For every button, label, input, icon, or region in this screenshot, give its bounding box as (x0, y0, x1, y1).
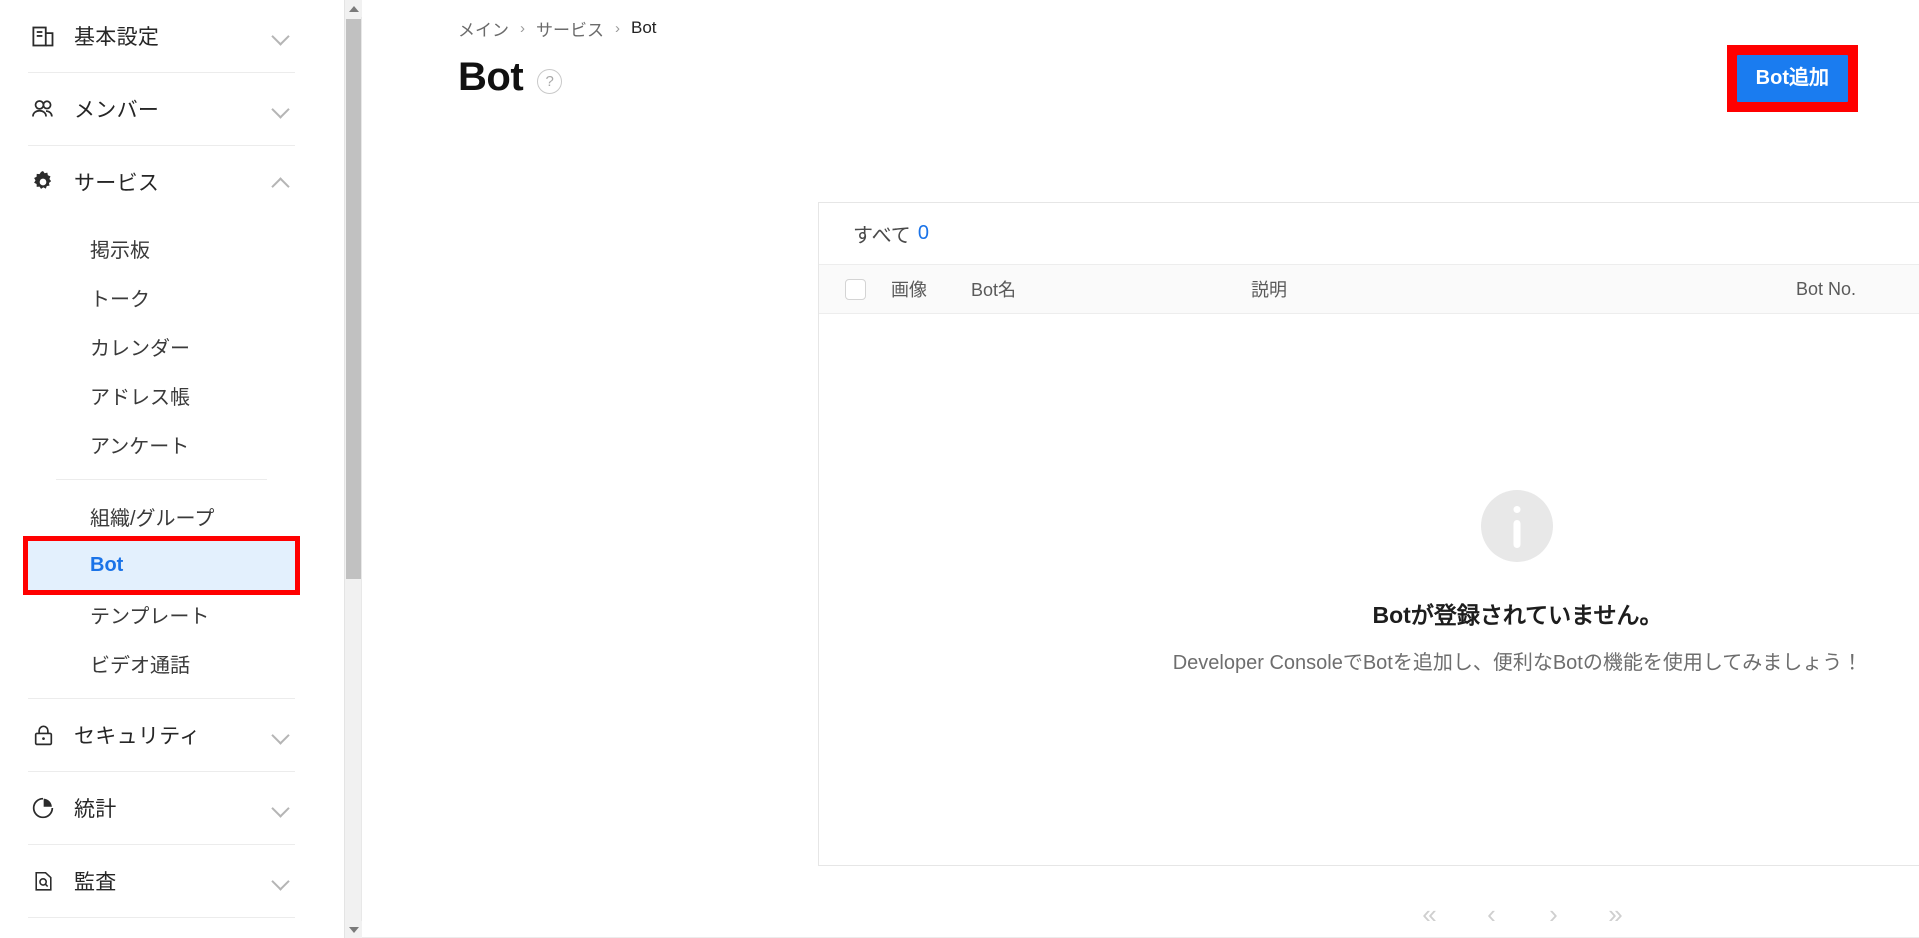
sidebar-group-audit: 監査 (0, 845, 323, 917)
sidebar-item-video-call[interactable]: ビデオ通話 (28, 639, 295, 688)
add-bot-button[interactable]: Bot追加 (1736, 54, 1848, 102)
breadcrumb-item-main[interactable]: メイン (458, 16, 509, 41)
sidebar-scroll-content: 基本設定 メンバー サービス 掲示板 トーク カレンダー アドレス帳 アンケート… (0, 0, 345, 938)
sidebar-item-label: サービス (74, 172, 160, 195)
breadcrumb-separator-icon: › (615, 19, 620, 37)
sidebar-item-security[interactable]: セキュリティ (28, 699, 295, 771)
chevron-down-icon[interactable] (271, 26, 291, 46)
add-bot-highlight-box: Bot追加 (1726, 44, 1859, 112)
page-title: Bot (458, 55, 524, 99)
sidebar-item-survey[interactable]: アンケート (28, 420, 295, 469)
pagination-prev-button[interactable]: ‹ (1472, 894, 1512, 934)
sidebar-divider (28, 917, 295, 918)
info-circle-icon (1481, 490, 1554, 562)
empty-state-subtitle: Developer ConsoleでBotを追加し、便利なBotの機能を使用して… (1172, 652, 1863, 674)
sidebar-group-statistics: 統計 (0, 772, 323, 844)
sidebar-item-talk[interactable]: トーク (28, 273, 295, 322)
sidebar-item-members[interactable]: メンバー (28, 73, 295, 145)
members-icon (28, 94, 58, 124)
sidebar-item-services[interactable]: サービス (28, 146, 295, 218)
sidebar-group-services: サービス 掲示板 トーク カレンダー アドレス帳 アンケート 組織/グループ B… (0, 146, 323, 698)
sidebar-subitem-label: テンプレート (90, 606, 210, 628)
sidebar-group-members: メンバー (0, 73, 323, 145)
sidebar-subitem-label: カレンダー (90, 338, 190, 360)
select-all-checkbox-cell (819, 278, 891, 300)
breadcrumb-item-bot: Bot (631, 18, 657, 37)
lock-icon (28, 720, 58, 750)
chevron-down-icon[interactable] (271, 725, 291, 745)
pagination-last-button[interactable]: » (1596, 894, 1636, 934)
sidebar-item-label: 基本設定 (74, 26, 160, 49)
gear-icon (28, 167, 58, 197)
sidebar-item-org-group[interactable]: 組織/グループ (28, 492, 295, 541)
table-header-row: 画像 Bot名 説明 Bot No. 使用権限 担当者 (819, 265, 1919, 314)
column-header-image[interactable]: 画像 (891, 276, 971, 302)
total-count-value: 0 (917, 222, 929, 244)
pie-chart-icon (28, 793, 58, 823)
total-count-label: すべて (853, 225, 911, 247)
chevron-down-icon[interactable] (271, 798, 291, 818)
column-header-bot-name[interactable]: Bot名 (971, 276, 1251, 302)
sidebar-item-statistics[interactable]: 統計 (28, 772, 295, 844)
chevron-up-icon[interactable] (271, 172, 291, 192)
sidebar-item-label: メンバー (74, 99, 160, 122)
sidebar-item-label: 監査 (74, 871, 117, 894)
breadcrumb-separator-icon: › (520, 19, 525, 37)
app-root: 基本設定 メンバー サービス 掲示板 トーク カレンダー アドレス帳 アンケート… (0, 0, 1919, 938)
sidebar-submenu-services: 掲示板 トーク カレンダー アドレス帳 アンケート 組織/グループ Bot テン… (23, 218, 300, 698)
column-header-description[interactable]: 説明 (1251, 276, 1796, 302)
sidebar-scrollbar[interactable] (344, 0, 362, 938)
sidebar-subitem-label: ビデオ通話 (90, 655, 190, 677)
scroll-down-arrow-icon[interactable] (345, 921, 362, 938)
scroll-up-arrow-icon[interactable] (345, 0, 362, 17)
sidebar-item-board[interactable]: 掲示板 (28, 224, 295, 273)
sidebar-subitem-label: アンケート (90, 436, 190, 458)
sidebar-group-security: セキュリティ (0, 699, 323, 771)
chevron-down-icon[interactable] (271, 871, 291, 891)
select-all-checkbox[interactable] (844, 278, 866, 300)
sidebar-subitem-label: アドレス帳 (90, 387, 190, 409)
audit-doc-search-icon (28, 866, 58, 896)
pagination-next-button[interactable]: › (1534, 894, 1574, 934)
column-header-bot-no[interactable]: Bot No. (1796, 279, 1919, 300)
table-body: Botが登録されていません。 Developer ConsoleでBotを追加し… (819, 314, 1919, 865)
sidebar-item-label: 統計 (74, 798, 117, 821)
building-icon (28, 21, 58, 51)
sidebar-item-template[interactable]: テンプレート (28, 590, 295, 639)
empty-state-title: Botが登録されていません。 (1372, 602, 1663, 628)
sidebar-subitem-label: 組織/グループ (90, 508, 215, 530)
sidebar-item-basic-settings[interactable]: 基本設定 (28, 0, 295, 72)
list-toolbar: すべて 0 (819, 203, 1919, 265)
main-content: メイン › サービス › Bot Bot ? Bot追加 すべて 0 画像 Bo… (362, 0, 1919, 938)
sidebar-subitem-label: 掲示板 (90, 240, 150, 262)
breadcrumb-item-services[interactable]: サービス (536, 16, 604, 41)
bot-list-card: すべて 0 画像 Bot名 説明 Bot No. Botが登録されていません。 … (818, 202, 1919, 866)
pagination-first-button[interactable]: « (1410, 894, 1450, 934)
help-circle-icon[interactable]: ? (537, 68, 563, 94)
sidebar-item-audit[interactable]: 監査 (28, 845, 295, 917)
empty-state: Botが登録されていません。 Developer ConsoleでBotを追加し… (1172, 490, 1863, 675)
sidebar-group-basic-settings: 基本設定 (0, 0, 323, 72)
sidebar-subitem-label: トーク (90, 289, 150, 311)
sidebar-item-bot[interactable]: Bot (23, 536, 300, 595)
sidebar-item-addressbook[interactable]: アドレス帳 (28, 371, 295, 420)
sidebar-submenu-divider (56, 479, 267, 480)
sidebar: 基本設定 メンバー サービス 掲示板 トーク カレンダー アドレス帳 アンケート… (0, 0, 362, 938)
sidebar-scrollbar-thumb[interactable] (346, 19, 361, 579)
sidebar-subitem-label: Bot (90, 554, 124, 576)
pagination: « ‹ › » (818, 894, 1919, 934)
breadcrumb: メイン › サービス › Bot (362, 0, 1919, 40)
sidebar-item-label: セキュリティ (74, 725, 201, 748)
chevron-down-icon[interactable] (271, 99, 291, 119)
sidebar-item-calendar[interactable]: カレンダー (28, 322, 295, 371)
